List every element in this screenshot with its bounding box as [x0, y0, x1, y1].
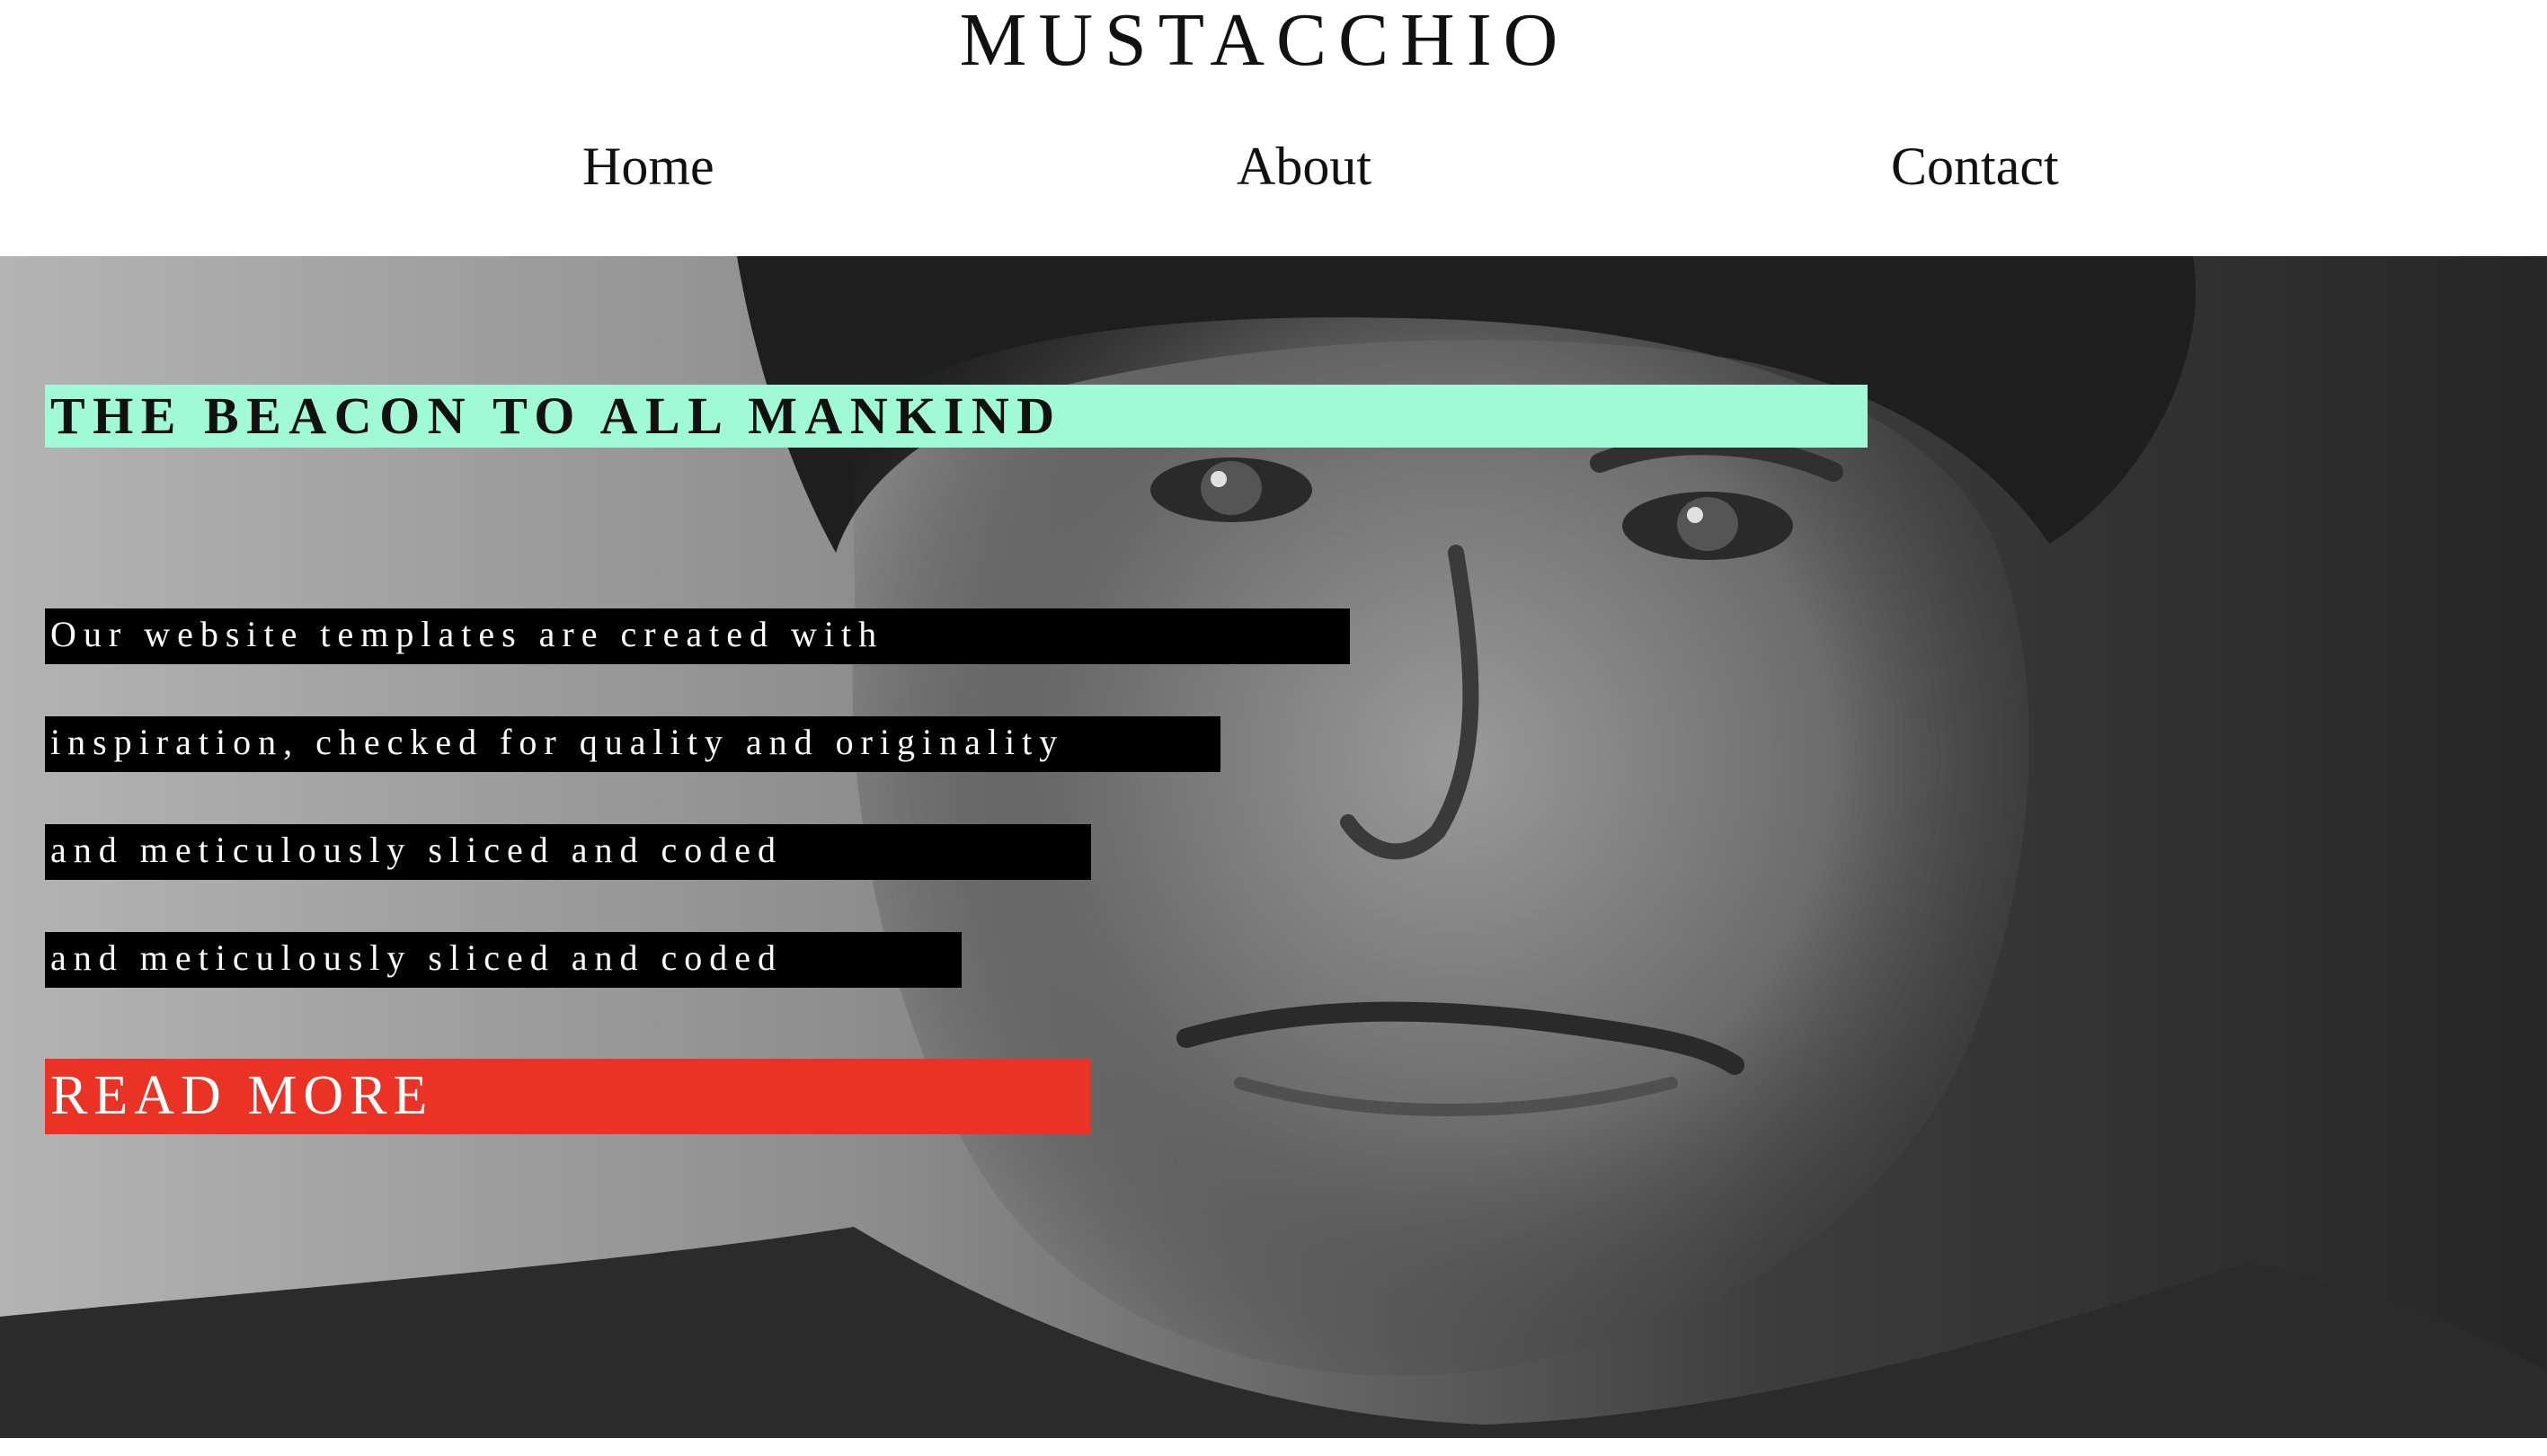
- body-line-text: Our website templates are created with: [50, 614, 884, 654]
- nav-link-contact[interactable]: Contact: [1891, 135, 2059, 198]
- hero-section: THE BEACON TO ALL MANKIND Our website te…: [0, 256, 2547, 1438]
- body-line-text: and meticulously sliced and coded: [50, 937, 783, 978]
- headline-band: THE BEACON TO ALL MANKIND: [45, 385, 1868, 448]
- nav-link-about[interactable]: About: [1237, 135, 1371, 198]
- main-nav: Home About Contact: [0, 135, 2547, 207]
- body-line-text: inspiration, checked for quality and ori…: [50, 722, 1065, 762]
- body-line-band: Our website templates are created with: [45, 608, 1350, 664]
- read-more-label: READ MORE: [50, 1065, 434, 1126]
- page: MUSTACCHIO Home About Contact THE BEACON…: [0, 0, 2547, 1456]
- body-line-band: and meticulously sliced and coded: [45, 932, 962, 988]
- page-bottom-strip: [0, 1438, 2547, 1456]
- read-more-button[interactable]: READ MORE: [45, 1059, 1091, 1134]
- body-line-text: and meticulously sliced and coded: [50, 830, 783, 870]
- site-logo[interactable]: MUSTACCHIO: [0, 0, 2529, 81]
- body-line-band: and meticulously sliced and coded: [45, 824, 1091, 880]
- hero-headline: THE BEACON TO ALL MANKIND: [50, 386, 1062, 445]
- nav-link-home[interactable]: Home: [582, 135, 714, 198]
- body-line-band: inspiration, checked for quality and ori…: [45, 716, 1220, 772]
- site-header: MUSTACCHIO Home About Contact: [0, 0, 2547, 256]
